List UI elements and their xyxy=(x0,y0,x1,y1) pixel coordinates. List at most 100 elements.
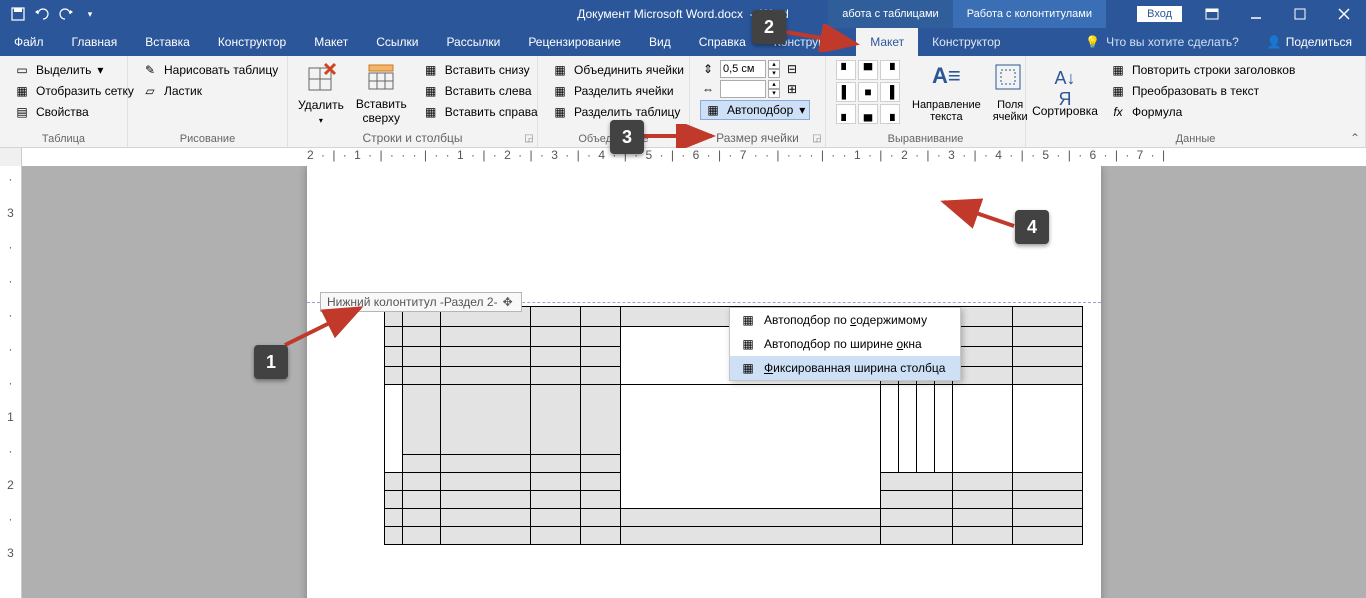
ruler-corner xyxy=(0,148,22,166)
spin-up-icon[interactable]: ▴ xyxy=(768,60,780,69)
align-tr[interactable]: ▝ xyxy=(880,60,900,80)
minimize-icon[interactable] xyxy=(1234,0,1278,28)
insert-right-button[interactable]: ▦Вставить справа xyxy=(419,102,542,122)
split-table-button[interactable]: ▦Разделить таблицу xyxy=(548,102,688,122)
signin-button[interactable]: Вход xyxy=(1137,6,1182,22)
align-bl[interactable]: ▖ xyxy=(836,104,856,124)
collapse-ribbon-icon[interactable]: ⌃ xyxy=(1350,131,1360,145)
arrow-4 xyxy=(938,198,1018,234)
insert-above-button[interactable]: Вставить сверху xyxy=(356,60,407,126)
convert-text-button[interactable]: ▦Преобразовать в текст xyxy=(1106,81,1299,101)
autofit-window-icon: ▦ xyxy=(740,336,756,352)
group-label: Таблица xyxy=(10,131,117,145)
repeat-header-icon: ▦ xyxy=(1110,62,1126,78)
col-width-input[interactable]: ▴▾ xyxy=(720,80,780,98)
callout-2: 2 xyxy=(752,10,786,44)
fixed-width-item[interactable]: ▦Фиксированная ширина столбца xyxy=(730,356,960,380)
share-button[interactable]: 👤 Поделиться xyxy=(1253,28,1366,56)
cell-margins-button[interactable]: Поля ячейки xyxy=(993,60,1028,126)
undo-icon[interactable] xyxy=(32,4,52,24)
row-height-input[interactable]: ▴▾ xyxy=(720,60,780,78)
spin-down-icon[interactable]: ▾ xyxy=(768,69,780,78)
align-bc[interactable]: ▄ xyxy=(858,104,878,124)
pointer-icon: ▭ xyxy=(14,62,30,78)
move-handle-icon[interactable]: ✥ xyxy=(503,295,513,309)
document-canvas[interactable]: Нижний колонтитул -Раздел 2- ✥ ▦Автоподб… xyxy=(22,166,1366,598)
repeat-header-button[interactable]: ▦Повторить строки заголовков xyxy=(1106,60,1299,80)
tab-references[interactable]: Ссылки xyxy=(362,28,432,56)
callout-3: 3 xyxy=(610,120,644,154)
share-icon: 👤 xyxy=(1267,35,1282,49)
distribute-rows-icon[interactable]: ⊟ xyxy=(784,61,800,77)
ribbon-display-icon[interactable] xyxy=(1190,0,1234,28)
insert-below-button[interactable]: ▦Вставить снизу xyxy=(419,60,542,80)
lightbulb-icon: 💡 xyxy=(1085,35,1100,49)
tab-view[interactable]: Вид xyxy=(635,28,685,56)
grid-icon: ▦ xyxy=(14,83,30,99)
formula-button[interactable]: fxФормула xyxy=(1106,102,1299,122)
title-bar: ▾ Документ Microsoft Word.docx - Word аб… xyxy=(0,0,1366,28)
align-tc[interactable]: ▀ xyxy=(858,60,878,80)
view-gridlines-button[interactable]: ▦Отобразить сетку xyxy=(10,81,138,101)
distribute-cols-icon[interactable]: ⊞ xyxy=(784,81,800,97)
tell-me-search[interactable]: 💡 Что вы хотите сделать? xyxy=(1071,28,1253,56)
spin-up-icon[interactable]: ▴ xyxy=(768,80,780,89)
horizontal-ruler[interactable]: 2 · | · 1 · | · · · | · · 1 · | · 2 · | … xyxy=(0,148,1366,166)
text-direction-button[interactable]: A≡ Направление текста xyxy=(912,60,981,126)
row-height-icon: ⇕ xyxy=(700,61,716,77)
group-draw: ✎Нарисовать таблицу ▱Ластик Рисование xyxy=(128,56,288,147)
group-label: Данные xyxy=(1036,131,1355,145)
tab-design[interactable]: Конструктор xyxy=(204,28,300,56)
merge-cells-button[interactable]: ▦Объединить ячейки xyxy=(548,60,688,80)
select-button[interactable]: ▭Выделить ▾ xyxy=(10,60,138,80)
tab-help[interactable]: Справка xyxy=(685,28,760,56)
insert-above-icon xyxy=(365,61,397,93)
autofit-contents-item[interactable]: ▦Автоподбор по содержимому xyxy=(730,308,960,332)
tab-mailings[interactable]: Рассылки xyxy=(432,28,514,56)
tab-table-layout[interactable]: Макет xyxy=(856,28,918,56)
delete-button[interactable]: Удалить▾ xyxy=(298,60,344,126)
dialog-launcher-icon[interactable]: ◲ xyxy=(811,133,823,145)
tab-hf-design[interactable]: Конструктор xyxy=(918,28,1014,56)
split-table-icon: ▦ xyxy=(552,104,568,120)
alignment-grid: ▘▀▝ ▌■▐ ▖▄▗ xyxy=(836,60,900,124)
autofit-window-item[interactable]: ▦Автоподбор по ширине окна xyxy=(730,332,960,356)
align-br[interactable]: ▗ xyxy=(880,104,900,124)
merge-icon: ▦ xyxy=(552,62,568,78)
group-label: Выравнивание xyxy=(836,131,1015,145)
dialog-launcher-icon[interactable]: ◲ xyxy=(523,133,535,145)
insert-right-icon: ▦ xyxy=(423,104,439,120)
window-controls: Вход xyxy=(1137,0,1366,28)
insert-left-button[interactable]: ▦Вставить слева xyxy=(419,81,542,101)
align-mr[interactable]: ▐ xyxy=(880,82,900,102)
sort-button[interactable]: A↓Я Сортировка xyxy=(1036,60,1094,126)
sort-icon: A↓Я xyxy=(1049,68,1081,100)
tab-layout[interactable]: Макет xyxy=(300,28,362,56)
group-alignment: ▘▀▝ ▌■▐ ▖▄▗ A≡ Направление текста Поля я… xyxy=(826,56,1026,147)
header-footer-tools-label: Работа с колонтитулами xyxy=(953,0,1106,28)
insert-left-icon: ▦ xyxy=(423,83,439,99)
autofit-button[interactable]: ▦Автоподбор ▾ xyxy=(700,100,810,120)
close-icon[interactable] xyxy=(1322,0,1366,28)
tab-review[interactable]: Рецензирование xyxy=(514,28,635,56)
tab-home[interactable]: Главная xyxy=(58,28,132,56)
align-tl[interactable]: ▘ xyxy=(836,60,856,80)
vertical-ruler[interactable]: ·3·····1·2·3 xyxy=(0,166,22,598)
save-icon[interactable] xyxy=(8,4,28,24)
vruler-ticks: ·3·····1·2·3 xyxy=(0,166,21,560)
tab-insert[interactable]: Вставка xyxy=(131,28,204,56)
redo-icon[interactable] xyxy=(56,4,76,24)
split-cells-button[interactable]: ▦Разделить ячейки xyxy=(548,81,688,101)
split-cells-icon: ▦ xyxy=(552,83,568,99)
draw-table-button[interactable]: ✎Нарисовать таблицу xyxy=(138,60,282,80)
align-mc[interactable]: ■ xyxy=(858,82,878,102)
properties-button[interactable]: ▤Свойства xyxy=(10,102,138,122)
spin-down-icon[interactable]: ▾ xyxy=(768,89,780,98)
align-ml[interactable]: ▌ xyxy=(836,82,856,102)
group-label: Рисование xyxy=(138,131,277,145)
eraser-button[interactable]: ▱Ластик xyxy=(138,81,282,101)
qat-customize-icon[interactable]: ▾ xyxy=(80,4,100,24)
group-table: ▭Выделить ▾ ▦Отобразить сетку ▤Свойства … xyxy=(0,56,128,147)
tab-file[interactable]: Файл xyxy=(0,28,58,56)
maximize-icon[interactable] xyxy=(1278,0,1322,28)
